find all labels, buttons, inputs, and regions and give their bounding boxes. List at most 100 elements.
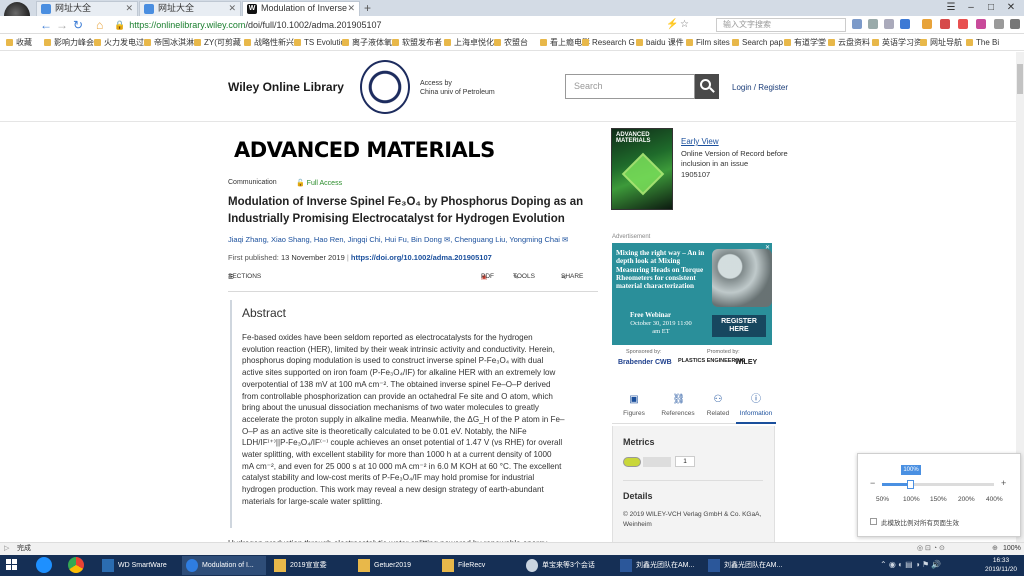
sidebar-toggle-icon[interactable]: ▷: [4, 543, 9, 555]
bookmark-item[interactable]: 农盟台: [494, 35, 528, 50]
bookmark-item[interactable]: Film sites: [686, 35, 730, 50]
institution-seal-logo: [360, 60, 410, 114]
bookmark-item[interactable]: 离子液体氧: [342, 35, 392, 50]
zoom-level-option[interactable]: 400%: [986, 496, 1003, 503]
login-register-link[interactable]: Login / Register: [732, 83, 788, 92]
search-button[interactable]: [695, 74, 719, 99]
browser-tab[interactable]: 网址大全 ✕: [139, 1, 241, 16]
extension-icon[interactable]: [900, 19, 910, 29]
bookmark-item[interactable]: 云盘资料: [828, 35, 870, 50]
author-list[interactable]: Jiaqi Zhang, Xiao Shang, Hao Ren, Jingqi…: [228, 235, 608, 244]
site-search-input[interactable]: Search: [565, 74, 695, 99]
zoom-slider-fill: [882, 483, 910, 486]
bookmark-item[interactable]: Research G: [582, 35, 635, 50]
scissors-icon[interactable]: [868, 19, 878, 29]
taskbar-clock[interactable]: 16:33 2019/11/20: [984, 556, 1018, 574]
taskbar-item-active[interactable]: Modulation of I...: [182, 556, 266, 575]
bookmark-item[interactable]: 英语学习资: [872, 35, 922, 50]
lightning-icon[interactable]: ⚡: [666, 17, 678, 33]
bookmark-item[interactable]: 影响力峰会: [44, 35, 94, 50]
taskbar-item[interactable]: FileRecv: [438, 556, 518, 575]
ie-icon[interactable]: [36, 557, 52, 573]
back-icon[interactable]: ←: [40, 17, 52, 33]
close-window-icon[interactable]: ✕: [1002, 0, 1020, 16]
close-icon[interactable]: ✕: [228, 2, 236, 15]
zoom-slider[interactable]: [882, 480, 994, 489]
journal-cover-image[interactable]: ADVANCED MATERIALS: [611, 128, 673, 210]
download-icon[interactable]: [994, 19, 1004, 29]
zoom-level-option[interactable]: 150%: [930, 496, 947, 503]
taskbar-label: WD SmartWare: [118, 562, 167, 569]
apply-all-checkbox[interactable]: [870, 518, 877, 525]
browser-tab-active[interactable]: W Modulation of Inverse ✕: [242, 1, 360, 16]
related-icon: ⚇: [713, 394, 723, 405]
browser-search-input[interactable]: 输入文字搜索: [716, 18, 846, 32]
register-button[interactable]: REGISTER HERE: [712, 315, 766, 337]
tab-references[interactable]: ⛓ References: [658, 390, 698, 424]
new-tab-icon[interactable]: +: [364, 1, 371, 15]
bookmark-item[interactable]: The Bi: [966, 35, 999, 50]
minimize-icon[interactable]: –: [962, 0, 980, 16]
taskbar-item[interactable]: 单宝来等3个会话: [522, 556, 612, 575]
taskbar-item[interactable]: WD SmartWare: [98, 556, 178, 575]
bookmark-item[interactable]: Search pap: [732, 35, 783, 50]
altmetric-badge[interactable]: [623, 457, 641, 467]
maximize-icon[interactable]: □: [982, 0, 1000, 16]
close-icon[interactable]: ✕: [347, 2, 355, 15]
windows-start-icon[interactable]: [6, 559, 18, 571]
zoom-icon[interactable]: ⊕: [992, 543, 998, 555]
zoom-level-option[interactable]: 50%: [876, 496, 889, 503]
bookmark-item[interactable]: ZY(可剪藏: [194, 35, 241, 50]
bookmark-item[interactable]: 帝国冰淇淋: [144, 35, 194, 50]
bookmark-item[interactable]: 有道学堂: [784, 35, 826, 50]
bookmark-item[interactable]: 软盟发布者: [392, 35, 442, 50]
chrome-icon[interactable]: [68, 557, 84, 573]
zoom-out-button[interactable]: −: [870, 478, 875, 488]
taskbar-item[interactable]: Getuer2019: [354, 556, 434, 575]
sections-label: SECTIONS: [228, 273, 262, 280]
home-icon[interactable]: ⌂: [96, 17, 103, 33]
scrollbar-thumb[interactable]: [1017, 64, 1023, 94]
zoom-level[interactable]: 100%: [1003, 543, 1021, 555]
close-icon[interactable]: ✕: [125, 2, 133, 15]
extension-icon[interactable]: [958, 19, 968, 29]
puzzle-icon[interactable]: [922, 19, 932, 29]
doi-link[interactable]: https://doi.org/10.1002/adma.201905107: [351, 253, 492, 262]
early-view-link[interactable]: Early View: [681, 137, 719, 146]
journal-title[interactable]: ADVANCED MATERIALS: [234, 138, 495, 162]
menu-icon[interactable]: ☰: [942, 0, 960, 16]
bookmark-item[interactable]: 网址导航: [920, 35, 962, 50]
star-icon[interactable]: ☆: [680, 17, 689, 33]
status-icons[interactable]: ◎ ⊡ ◔ ⊙: [917, 543, 945, 555]
publication-info: First published: 13 November 2019 | http…: [228, 253, 492, 262]
menu-icon[interactable]: [1010, 19, 1020, 29]
advertisement-banner[interactable]: ✕ Mixing the right way – An in depth loo…: [612, 243, 772, 345]
citation-badge[interactable]: [643, 457, 671, 467]
site-logo[interactable]: Wiley Online Library: [228, 80, 344, 94]
browser-tab[interactable]: 网址大全 ✕: [36, 1, 138, 16]
tab-related[interactable]: ⚇ Related: [698, 390, 738, 424]
forward-icon[interactable]: →: [56, 17, 68, 33]
taskbar-item[interactable]: 刘鑫光团队在AM...: [704, 556, 790, 575]
bookmarks-bar: 收藏 影响力峰会 火力发电过 帝国冰淇淋 ZY(可剪藏 战略性新兴 TS Evolution…: [0, 35, 1024, 51]
extension-icon[interactable]: [940, 19, 950, 29]
screenshot-icon[interactable]: [884, 19, 894, 29]
refresh-icon[interactable]: ↻: [73, 17, 83, 33]
zoom-level-option[interactable]: 200%: [958, 496, 975, 503]
url-input[interactable]: 🔒 https://onlinelibrary.wiley.com/doi/ful…: [114, 17, 694, 33]
bookmark-item[interactable]: 收藏: [6, 35, 32, 50]
bookmark-item[interactable]: 火力发电过: [94, 35, 144, 50]
zoom-level-option[interactable]: 100%: [903, 496, 920, 503]
taskbar-item[interactable]: 刘鑫光团队在AM...: [616, 556, 702, 575]
bookmark-item[interactable]: baidu 课件: [636, 35, 684, 50]
bookmark-item[interactable]: 上海卓悦化: [444, 35, 494, 50]
extension-icon[interactable]: [976, 19, 986, 29]
bookmark-item[interactable]: 战略性新兴: [244, 35, 294, 50]
zoom-in-button[interactable]: +: [1001, 478, 1006, 488]
system-tray-icons[interactable]: ⌃ ◉ ◐ ▤ ◑ ⚑ 🔊: [880, 560, 941, 569]
zoom-slider-knob[interactable]: [907, 480, 914, 489]
tab-information[interactable]: ⓘ Information: [736, 390, 776, 424]
taskbar-item[interactable]: 2019宣宣委: [270, 556, 350, 575]
tab-figures[interactable]: ▣ Figures: [614, 390, 654, 424]
grid-icon[interactable]: [852, 19, 862, 29]
